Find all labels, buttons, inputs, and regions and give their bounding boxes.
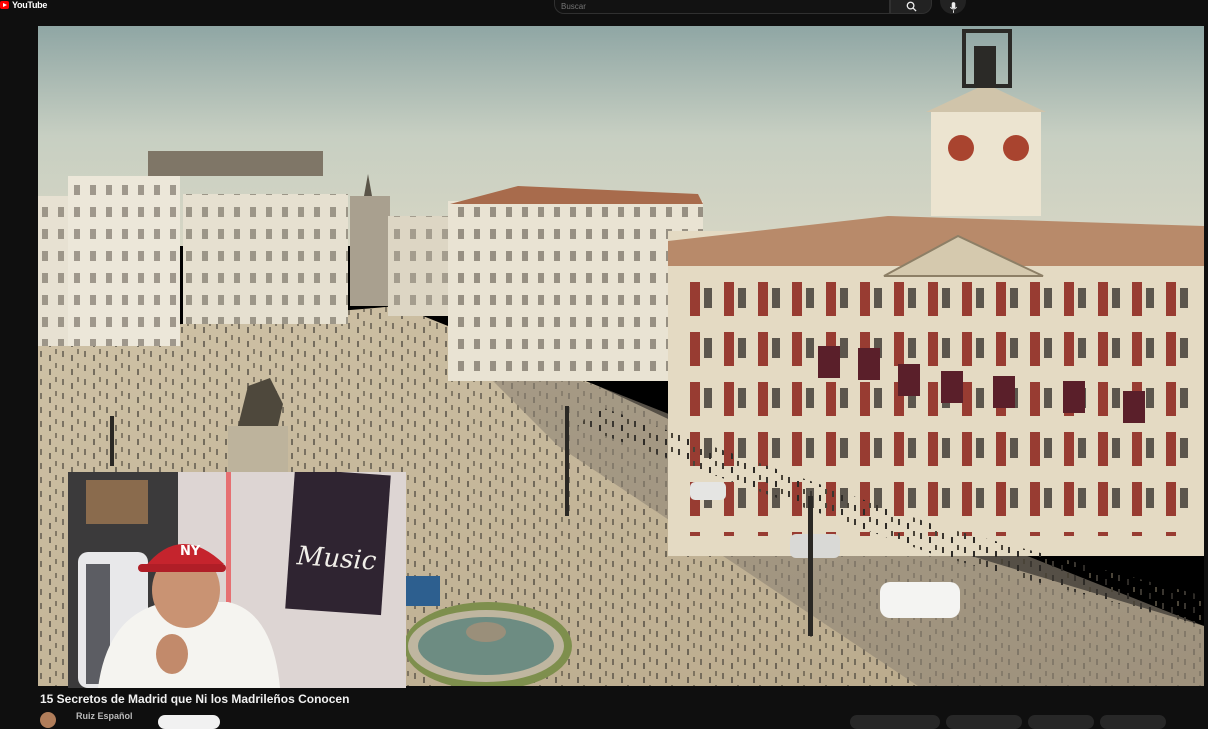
ny-cap-logo: NY [180,544,201,559]
youtube-logo-icon [0,1,9,9]
search-input[interactable] [561,0,861,12]
youtube-logo[interactable]: YouTube [0,0,47,10]
clip-button[interactable] [1100,715,1166,729]
channel-avatar[interactable] [40,712,56,728]
search-icon [906,1,917,12]
logo-text: YouTube [12,0,48,10]
voice-search-button[interactable] [940,0,966,14]
search-button[interactable] [890,0,932,14]
search-box[interactable] [554,0,890,14]
video-title: 15 Secretos de Madrid que Ni los Madrile… [40,692,350,706]
music-sign-text: Music [295,541,378,577]
share-button[interactable] [946,715,1022,729]
webcam-overlay: Music NY [68,472,406,688]
channel-row: Ruiz Español [40,711,1200,729]
microphone-icon [949,1,957,13]
streamer-webcam-image: Music NY [68,472,406,688]
download-button[interactable] [1028,715,1094,729]
like-button[interactable] [850,715,940,729]
top-bar: YouTube [0,0,1208,26]
subscribe-button[interactable] [158,715,220,729]
